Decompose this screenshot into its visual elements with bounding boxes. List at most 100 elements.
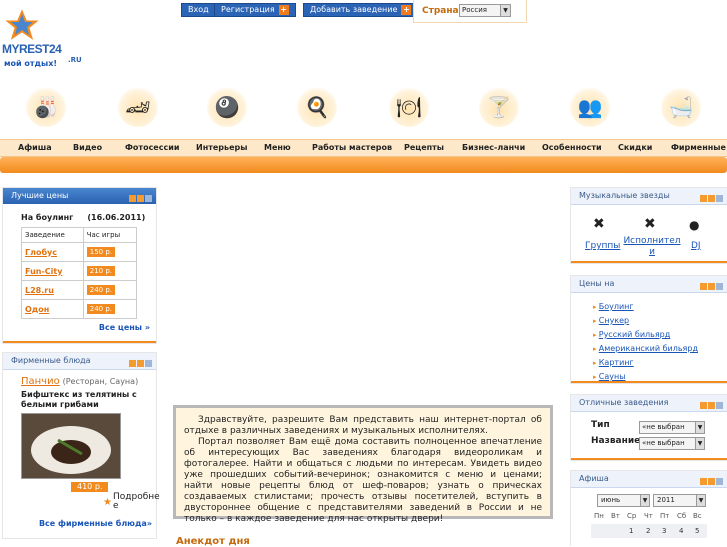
- add-place-label: Добавить заведение: [310, 5, 398, 14]
- calendar-day[interactable]: 3: [662, 527, 666, 535]
- performers-icon[interactable]: ✖: [644, 216, 656, 232]
- login-button[interactable]: Вход: [181, 3, 216, 17]
- price-badge: 210 р.: [86, 266, 115, 276]
- bowling-icon[interactable]: 🎳: [26, 87, 66, 127]
- arrow-right-icon: ▸: [593, 373, 597, 381]
- best-prices-box: Лучшие цены На боулинг (16.06.2011) Завед…: [2, 187, 157, 344]
- chevron-down-icon: ▼: [696, 495, 705, 506]
- list-item[interactable]: ▸ Боулинг: [593, 300, 698, 314]
- menu-item-masters-work[interactable]: Работы мастеров: [312, 143, 392, 152]
- logo-text: MYREST24: [2, 42, 62, 56]
- menu-item-recipes[interactable]: Рецепты: [404, 143, 444, 152]
- groups-icon[interactable]: ✖: [593, 216, 605, 232]
- menu-item-features[interactable]: Особенности: [542, 143, 602, 152]
- menu-item-photosessions[interactable]: Фотосессии: [125, 143, 179, 152]
- price-badge: 150 р.: [86, 247, 115, 257]
- menu-item-afisha[interactable]: Афиша: [18, 143, 52, 152]
- prices-on-title: Цены на: [571, 276, 727, 293]
- plus-icon: +: [401, 5, 412, 15]
- dish-icon[interactable]: 🍽: [389, 87, 429, 127]
- menu-item-business-lunch[interactable]: Бизнес-ланчи: [462, 143, 525, 152]
- menu-item-video[interactable]: Видео: [73, 143, 102, 152]
- all-prices-link[interactable]: Все цены »: [99, 323, 150, 332]
- best-prices-title-text: Лучшие цены: [11, 191, 69, 200]
- place-link[interactable]: Fun-City: [25, 267, 62, 276]
- signature-place-link[interactable]: Панчио: [21, 376, 60, 387]
- music-stars-box: Музыкальные звезды ✖ ✖ ● Группы Исполнит…: [570, 187, 727, 264]
- prices-on-link[interactable]: Боулинг: [599, 302, 634, 311]
- bathtub-icon[interactable]: 🛁: [661, 87, 701, 127]
- chevron-down-icon: ▼: [640, 495, 649, 506]
- dish-photo[interactable]: [21, 413, 121, 479]
- calendar-day[interactable]: 2: [646, 527, 650, 535]
- type-label: Тип: [591, 420, 610, 430]
- name-select-value: «не выбран: [642, 439, 685, 447]
- prices-on-box: Цены на ▸ Боулинг ▸ Снукер ▸ Русский бил…: [570, 275, 727, 384]
- prices-on-link[interactable]: Русский бильярд: [599, 330, 671, 339]
- box-bottom-line: [571, 381, 727, 383]
- list-item[interactable]: ▸ Русский бильярд: [593, 328, 698, 342]
- box-bottom-line: [571, 261, 727, 263]
- cooking-pan-icon[interactable]: 🍳: [297, 87, 337, 127]
- orange-divider-bar: [0, 157, 727, 173]
- prices-on-link[interactable]: Американский бильярд: [599, 344, 698, 353]
- name-select[interactable]: «не выбран ▼: [639, 437, 705, 450]
- prices-on-link[interactable]: Снукер: [599, 316, 629, 325]
- table-row: Fun-City 210 р.: [21, 261, 138, 281]
- performers-link[interactable]: Исполнители: [623, 236, 681, 258]
- billiards-icon[interactable]: 🎱: [207, 87, 247, 127]
- calendar-day[interactable]: 5: [695, 527, 699, 535]
- signature-dishes-box: Фирменные блюда Панчио (Ресторан, Сауна)…: [2, 352, 160, 539]
- groups-link[interactable]: Группы: [585, 241, 620, 251]
- country-select[interactable]: Россия ▼: [459, 4, 511, 17]
- menu-item-menu[interactable]: Меню: [264, 143, 291, 152]
- box-dots-icon: [699, 192, 723, 208]
- prices-on-link[interactable]: Картинг: [599, 358, 634, 367]
- month-select[interactable]: июнь ▼: [597, 494, 650, 507]
- cocktail-icon[interactable]: 🍸: [479, 87, 519, 127]
- people-icon[interactable]: 👥: [570, 87, 610, 127]
- welcome-paragraph-1: Здравствуйте, разрешите Вам представить …: [184, 415, 542, 436]
- year-select[interactable]: 2011 ▼: [653, 494, 706, 507]
- all-signature-dishes-link[interactable]: Все фирменные блюда»: [39, 519, 152, 528]
- calendar-day[interactable]: 1: [629, 527, 633, 535]
- place-link[interactable]: L28.ru: [25, 286, 54, 295]
- register-label: Регистрация: [221, 5, 275, 14]
- karting-icon[interactable]: 🏎: [118, 87, 158, 127]
- dj-link[interactable]: DJ: [691, 241, 701, 251]
- place-link[interactable]: Одон: [25, 305, 49, 314]
- calendar-day[interactable]: 4: [679, 527, 683, 535]
- country-selector-box: Страна Россия ▼: [413, 0, 527, 23]
- dish-price: 410 р.: [71, 482, 109, 492]
- chevron-down-icon: ▼: [695, 438, 704, 449]
- afisha-box: Афиша июнь ▼ 2011 ▼ Пн Вт Ср Чт Пт Сб Вс 1…: [570, 470, 727, 546]
- country-value: Россия: [462, 6, 487, 14]
- dj-icon[interactable]: ●: [689, 218, 699, 232]
- box-dots-icon: [699, 280, 723, 296]
- country-label: Страна: [422, 6, 459, 16]
- add-place-button[interactable]: Добавить заведение +: [303, 3, 419, 17]
- place-link[interactable]: Глобус: [25, 248, 57, 257]
- menu-item-interiors[interactable]: Интерьеры: [196, 143, 247, 152]
- arrow-right-icon: ▸: [593, 317, 597, 325]
- weekday-label: Сб: [677, 512, 687, 520]
- list-item[interactable]: ▸ Американский бильярд: [593, 342, 698, 356]
- prices-table: Заведение Час игры Глобус 150 р. Fun-Cit…: [21, 227, 138, 319]
- best-prices-date: (16.06.2011): [87, 213, 146, 222]
- register-button[interactable]: Регистрация +: [214, 3, 296, 17]
- year-value: 2011: [657, 496, 675, 504]
- list-item[interactable]: ▸ Снукер: [593, 314, 698, 328]
- menu-item-discounts[interactable]: Скидки: [618, 143, 652, 152]
- music-stars-title: Музыкальные звезды: [571, 188, 727, 205]
- prices-on-link[interactable]: Сауны: [599, 372, 626, 381]
- best-prices-subtitle: На боулинг (16.06.2011): [21, 213, 145, 222]
- dish-more-link[interactable]: Подробне е: [113, 493, 160, 511]
- weekday-label: Вс: [693, 512, 702, 520]
- table-row: Одон 240 р.: [21, 299, 138, 319]
- menu-item-signature[interactable]: Фирменные: [671, 143, 726, 152]
- weekday-label: Чт: [644, 512, 653, 520]
- list-item[interactable]: ▸ Картинг: [593, 356, 698, 370]
- signature-title-text: Фирменные блюда: [11, 356, 91, 365]
- type-select[interactable]: «не выбран ▼: [639, 421, 705, 434]
- site-logo[interactable]: MYREST24 .RU мой отдых!: [2, 6, 92, 72]
